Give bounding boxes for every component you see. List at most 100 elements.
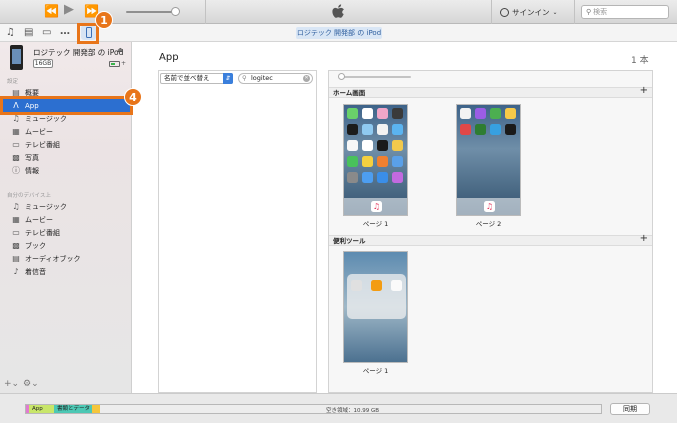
sign-in-button[interactable]: サインイン ⌄ [500, 5, 570, 19]
app-list[interactable] [158, 70, 317, 393]
section-label-on-device: 自分のデバイス上 [7, 193, 51, 199]
reminders-icon [362, 140, 373, 151]
sidebar-item-label: テレビ番組 [25, 228, 60, 237]
film-icon: ▦ [12, 214, 20, 224]
dock: ♫ [457, 198, 520, 215]
capacity-segment-misc [92, 405, 100, 413]
app-store-icon [392, 156, 403, 167]
play-icon[interactable]: ▶ [64, 3, 74, 16]
home-page-thumbnail[interactable]: ♫ [343, 104, 408, 216]
add-page-button[interactable]: + [640, 86, 648, 96]
find-iphone-icon [490, 108, 501, 119]
music-icon[interactable]: ♫ [6, 27, 15, 38]
rewind-icon[interactable]: ⏪ [44, 5, 59, 17]
sidebar-item-device-tv[interactable]: ▭ テレビ番組 [0, 226, 132, 239]
maps-icon [362, 124, 373, 135]
itunes-store-icon [377, 156, 388, 167]
sync-button[interactable]: 同期 [610, 403, 650, 415]
volume-slider[interactable] [126, 11, 176, 13]
sidebar-item-info[interactable]: ⓘ 情報 [0, 164, 132, 177]
music-note-icon: ♫ [12, 201, 20, 211]
sign-in-label: サインイン [512, 7, 550, 17]
add-playlist-button[interactable]: +⌄ [4, 379, 19, 389]
sidebar-item-label: 写真 [25, 153, 39, 162]
filter-value: logitec [251, 74, 273, 82]
contacts-icon [351, 280, 362, 291]
tv-icon: ▭ [12, 139, 20, 149]
calculator-icon [371, 280, 382, 291]
sidebar-item-label: テレビ番組 [25, 140, 60, 149]
audiobook-icon: ▤ [12, 253, 20, 263]
camera-icon [392, 108, 403, 119]
chevron-updown-icon: ⇵ [223, 73, 233, 84]
clear-icon[interactable]: ✕ [303, 75, 310, 82]
sidebar-item-device-audiobooks[interactable]: ▤ オーディオブック [0, 252, 132, 265]
page-label: ページ 1 [362, 367, 389, 375]
section-header-home: ホーム画面 + [329, 86, 652, 98]
sort-select[interactable]: 名前で並べ替え ⇵ [160, 73, 233, 84]
bell-icon: ♪ [13, 266, 19, 276]
app-count: 1 本 [631, 56, 649, 66]
sidebar-item-device-movies[interactable]: ▦ ムービー [0, 213, 132, 226]
podcasts-icon [475, 108, 486, 119]
divider [574, 0, 575, 24]
more-icon[interactable]: … [60, 26, 70, 37]
app-grid [347, 108, 406, 183]
video-player-icon [505, 124, 516, 135]
camera-icon: ▩ [12, 152, 20, 162]
podcasts-icon [392, 172, 403, 183]
tips-icon [505, 108, 516, 119]
gear-icon[interactable]: ⚙⌄ [23, 379, 39, 389]
movies-icon[interactable]: ▤ [24, 27, 33, 38]
newsstand-icon [362, 156, 373, 167]
section-title: ホーム画面 [333, 89, 366, 97]
sidebar-item-label: ブック [25, 241, 46, 250]
free-space-label: 空き領域：10.99 GB [326, 408, 380, 414]
settings-icon [347, 172, 358, 183]
tv-icon[interactable]: ▭ [42, 27, 51, 38]
app-grid [460, 108, 519, 135]
capacity-segment-documents: 書類とデータ [54, 405, 92, 413]
device-row[interactable]: ロジテック 開発部 の iPod ⏏ 16GB + [0, 42, 132, 74]
section-label-settings: 設定 [7, 79, 19, 85]
sidebar: ロジテック 開発部 の iPod ⏏ 16GB + 設定 ▤ 概要 Λ App … [0, 42, 132, 393]
search-placeholder: 検索 [593, 8, 608, 16]
sidebar-item-device-books[interactable]: ▩ ブック [0, 239, 132, 252]
folder-page-thumbnail[interactable] [343, 251, 408, 363]
add-page-button[interactable]: + [640, 234, 648, 244]
music-app-icon: ♫ [371, 201, 382, 212]
charging-icon: + [121, 60, 127, 67]
callout-box-device [77, 23, 99, 44]
volume-knob[interactable] [171, 7, 180, 16]
tv-icon: ▭ [12, 227, 20, 237]
sidebar-item-movies[interactable]: ▦ ムービー [0, 125, 132, 138]
sidebar-item-label: ムービー [25, 215, 53, 224]
eject-icon[interactable]: ⏏ [117, 46, 124, 54]
section-header-utilities: 便利ツール + [329, 234, 652, 246]
sort-label: 名前で並べ替え [164, 74, 210, 82]
filter-input[interactable]: ⚲ logitec ✕ [238, 73, 313, 84]
dock: ♫ [344, 198, 407, 215]
find-friends-icon [475, 124, 486, 135]
sidebar-item-device-music[interactable]: ♫ ミュージック [0, 200, 132, 213]
callout-box-app [0, 96, 133, 115]
sidebar-item-label: オーディオブック [25, 254, 81, 263]
callout-badge-1: 1 [95, 11, 113, 29]
search-input[interactable]: ⚲ 検索 [581, 5, 669, 19]
sidebar-item-photos[interactable]: ▩ 写真 [0, 151, 132, 164]
callout-badge-4: 4 [124, 88, 142, 106]
sidebar-item-tv[interactable]: ▭ テレビ番組 [0, 138, 132, 151]
page-title: App [159, 52, 179, 63]
section-title: 便利ツール [333, 237, 366, 245]
utilities-folder [347, 274, 406, 319]
music-app-icon: ♫ [484, 201, 495, 212]
game-center-icon [392, 140, 403, 151]
sidebar-item-device-ringtones[interactable]: ♪ 着信音 [0, 265, 132, 278]
zoom-knob[interactable] [338, 73, 345, 80]
zoom-slider[interactable] [341, 76, 411, 78]
search-icon: ⚲ [586, 8, 592, 16]
capacity-bar[interactable]: App 書類とデータ 空き領域：10.99 GB [25, 404, 602, 414]
home-page-thumbnail[interactable]: ♫ [456, 104, 521, 216]
ipod-icon [10, 45, 23, 70]
device-tab[interactable]: ロジテック 開発部 の iPod [296, 27, 382, 39]
